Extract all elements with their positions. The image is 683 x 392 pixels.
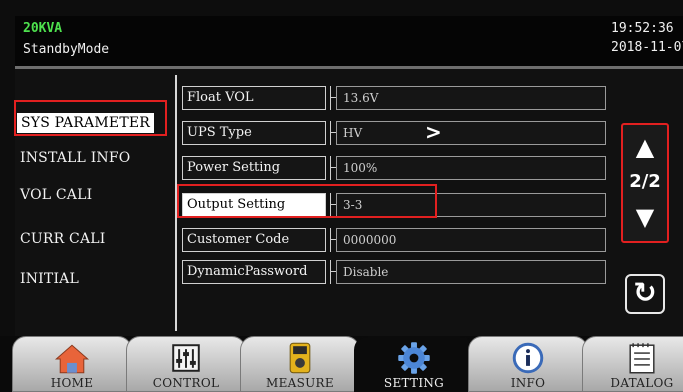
- bottom-nav: HOME CONTROL MEASURE SETTING INFO DATALO…: [0, 336, 683, 392]
- nav-label: MEASURE: [266, 376, 334, 390]
- param-label: UPS Type: [182, 121, 326, 145]
- param-label: Customer Code: [182, 228, 326, 252]
- ups-touchscreen: 20KVA StandbyMode 19:52:36 2018-11-07 SY…: [0, 0, 683, 392]
- menu-initial[interactable]: INITIAL: [20, 271, 79, 287]
- menu-install-info[interactable]: INSTALL INFO: [20, 150, 130, 166]
- param-value-field[interactable]: 100%: [336, 156, 606, 180]
- param-value-field[interactable]: Disable: [336, 260, 606, 284]
- settings-panel: SYS PARAMETER INSTALL INFO VOL CALI CURR…: [14, 66, 683, 336]
- param-value-field[interactable]: 0000000: [336, 228, 606, 252]
- highlight-frame-output: [177, 184, 437, 218]
- arrow-down-icon[interactable]: ▼: [623, 205, 667, 229]
- param-label: Float VOL: [182, 86, 326, 110]
- clock-date: 2018-11-07: [611, 40, 683, 55]
- param-label: DynamicPassword: [182, 260, 326, 284]
- param-value-field[interactable]: HV: [336, 121, 606, 145]
- nav-measure-button[interactable]: MEASURE: [240, 336, 360, 392]
- menu-curr-cali[interactable]: CURR CALI: [20, 231, 106, 247]
- page-indicator: 2/2: [629, 171, 661, 192]
- nav-label: INFO: [510, 376, 546, 390]
- page-controls: ▲ 2/2 ▼: [621, 123, 669, 243]
- gear-icon: [398, 342, 430, 374]
- nav-label: HOME: [50, 376, 94, 390]
- arrow-up-icon[interactable]: ▲: [623, 135, 667, 159]
- home-icon: [54, 344, 90, 374]
- info-icon: [512, 342, 544, 374]
- param-connector: [326, 228, 336, 252]
- nav-setting-button[interactable]: SETTING: [354, 336, 474, 392]
- nav-label: CONTROL: [152, 376, 220, 390]
- param-value-field[interactable]: 13.6V: [336, 86, 606, 110]
- param-connector: [326, 156, 336, 180]
- refresh-icon[interactable]: ↻: [625, 274, 665, 314]
- param-connector: [326, 86, 336, 110]
- param-connector: [326, 121, 336, 145]
- nav-datalog-button[interactable]: DATALOG: [582, 336, 683, 392]
- sliders-icon: [172, 344, 200, 372]
- param-label: Power Setting: [182, 156, 326, 180]
- model-label: 20KVA: [23, 21, 63, 36]
- nav-label: SETTING: [383, 376, 445, 390]
- log-icon: [629, 343, 655, 374]
- highlight-frame-menu: [14, 100, 167, 136]
- nav-label: DATALOG: [610, 376, 674, 390]
- nav-home-button[interactable]: HOME: [12, 336, 132, 392]
- param-connector: [326, 260, 336, 284]
- clock-time: 19:52:36: [611, 21, 674, 36]
- mode-label: StandbyMode: [23, 42, 110, 57]
- nav-control-button[interactable]: CONTROL: [126, 336, 246, 392]
- menu-vol-cali[interactable]: VOL CALI: [20, 187, 92, 203]
- chevron-right-icon[interactable]: >: [425, 120, 442, 144]
- status-header: 20KVA StandbyMode 19:52:36 2018-11-07: [15, 16, 683, 66]
- nav-info-button[interactable]: INFO: [468, 336, 588, 392]
- multimeter-icon: [289, 342, 311, 374]
